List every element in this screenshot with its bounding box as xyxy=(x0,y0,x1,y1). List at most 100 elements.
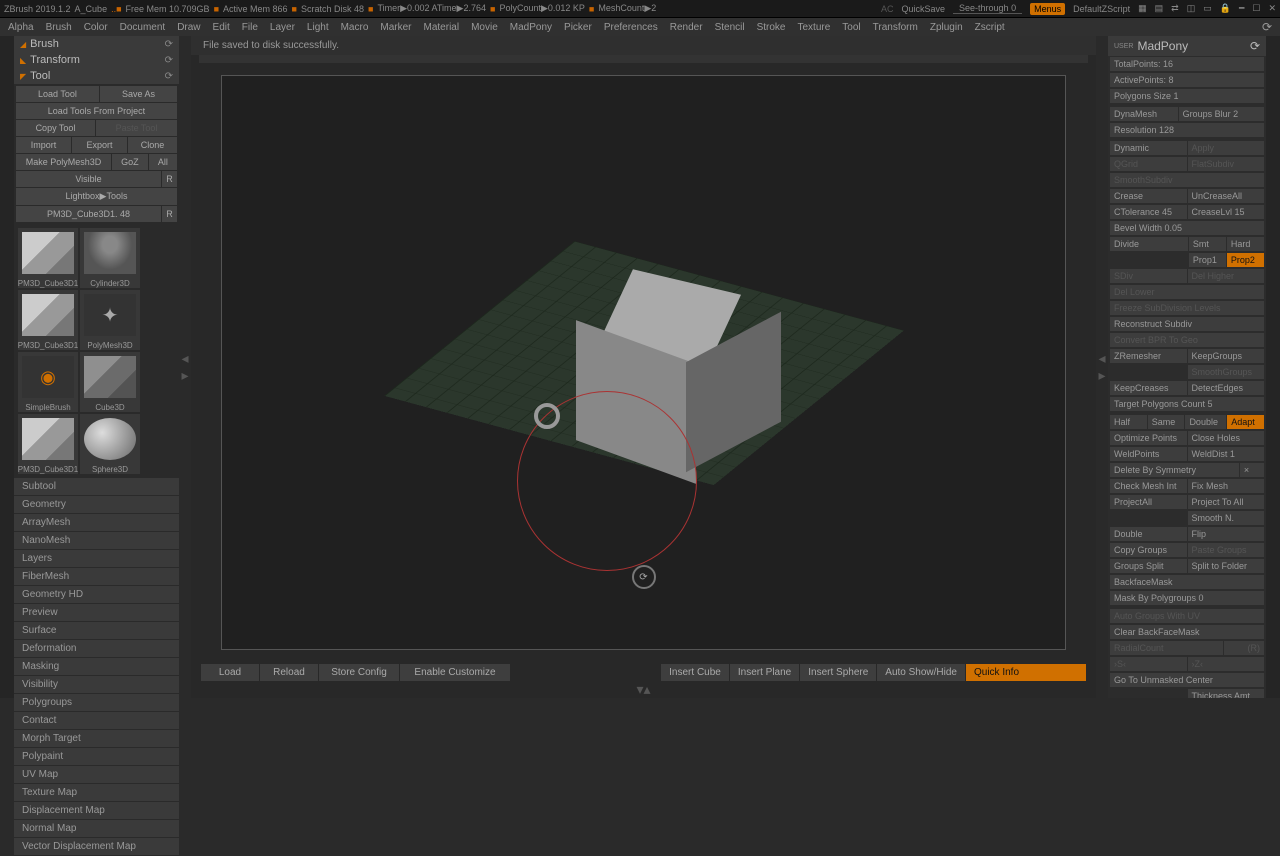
menu-stroke[interactable]: Stroke xyxy=(757,22,786,33)
make-polymesh-button[interactable]: Make PolyMesh3D xyxy=(16,154,111,170)
paste-groups-button[interactable]: Paste Groups xyxy=(1188,543,1265,557)
goz-button[interactable]: GoZ xyxy=(112,154,148,170)
radialcount-slider[interactable]: RadialCount xyxy=(1110,641,1223,655)
acc-layers[interactable]: Layers xyxy=(14,550,179,568)
dynamesh-button[interactable]: DynaMesh xyxy=(1110,107,1178,121)
crease-button[interactable]: Crease xyxy=(1110,189,1187,203)
menu-zscript[interactable]: Zscript xyxy=(975,22,1005,33)
resolution-slider[interactable]: Resolution 128 xyxy=(1110,123,1264,137)
clone-button[interactable]: Clone xyxy=(128,137,177,153)
layout-icon[interactable]: ▦ xyxy=(1138,3,1147,14)
auto-groups-uv-button[interactable]: Auto Groups With UV xyxy=(1110,609,1264,623)
paste-tool-button[interactable]: Paste Tool xyxy=(96,120,177,136)
menu-macro[interactable]: Macro xyxy=(341,22,369,33)
welddist-slider[interactable]: WeldDist 1 xyxy=(1188,447,1265,461)
symmetry-x-icon[interactable]: × xyxy=(1240,463,1264,477)
arrows-icon[interactable]: ⇄ xyxy=(1171,3,1179,14)
delhigher-button[interactable]: Del Higher xyxy=(1188,269,1265,283)
bevel-width-slider[interactable]: Bevel Width 0.05 xyxy=(1110,221,1264,235)
acc-geometryhd[interactable]: Geometry HD xyxy=(14,586,179,604)
mask-by-polygroups-slider[interactable]: Mask By Polygroups 0 xyxy=(1110,591,1264,605)
go-unmasked-center-button[interactable]: Go To Unmasked Center xyxy=(1110,673,1264,687)
close-holes-button[interactable]: Close Holes xyxy=(1188,431,1265,445)
double-button[interactable]: Double xyxy=(1185,415,1226,429)
prop2-button[interactable]: Prop2 xyxy=(1227,253,1264,267)
export-button[interactable]: Export xyxy=(72,137,127,153)
swatch-pm3d-cube1[interactable]: PM3D_Cube3D1 xyxy=(18,228,78,288)
tool-section-header[interactable]: ◤ Tool ⟳ xyxy=(14,68,179,84)
menu-brush[interactable]: Brush xyxy=(46,22,72,33)
menus-button[interactable]: Menus xyxy=(1030,3,1065,15)
acc-surface[interactable]: Surface xyxy=(14,622,179,640)
menu-picker[interactable]: Picker xyxy=(564,22,592,33)
menu-marker[interactable]: Marker xyxy=(380,22,411,33)
import-button[interactable]: Import xyxy=(16,137,71,153)
defaultzscript-button[interactable]: DefaultZScript xyxy=(1073,4,1130,14)
menu-texture[interactable]: Texture xyxy=(797,22,830,33)
smt-button[interactable]: Smt xyxy=(1189,237,1226,251)
acc-displacement[interactable]: Displacement Map xyxy=(14,802,179,820)
sz-icon[interactable]: ›S‹ xyxy=(1110,657,1187,671)
brush-section-header[interactable]: ◢ Brush ⟳ xyxy=(14,36,179,52)
visible-button[interactable]: Visible xyxy=(16,171,161,187)
divider-right[interactable]: ◂▸ xyxy=(1096,36,1108,698)
acc-preview[interactable]: Preview xyxy=(14,604,179,622)
split-to-folder-button[interactable]: Split to Folder xyxy=(1188,559,1265,573)
dellower-button[interactable]: Del Lower xyxy=(1110,285,1264,299)
quicksave-button[interactable]: QuickSave xyxy=(902,4,946,14)
menu-tool[interactable]: Tool xyxy=(842,22,860,33)
layout2-icon[interactable]: ▤ xyxy=(1155,3,1164,14)
copy-groups-button[interactable]: Copy Groups xyxy=(1110,543,1187,557)
uncreaseall-button[interactable]: UnCreaseAll xyxy=(1188,189,1265,203)
half-button[interactable]: Half xyxy=(1110,415,1147,429)
window-icon[interactable]: ◫ xyxy=(1187,3,1196,14)
acc-polygroups[interactable]: Polygroups xyxy=(14,694,179,712)
sz2-icon[interactable]: ›Z‹ xyxy=(1188,657,1265,671)
menu-light[interactable]: Light xyxy=(307,22,329,33)
acc-texturemap[interactable]: Texture Map xyxy=(14,784,179,802)
prop1-button[interactable]: Prop1 xyxy=(1189,253,1226,267)
groups-split-button[interactable]: Groups Split xyxy=(1110,559,1187,573)
smooth-n-button[interactable]: Smooth N. xyxy=(1188,511,1265,525)
menu-color[interactable]: Color xyxy=(84,22,108,33)
menu-file[interactable]: File xyxy=(242,22,258,33)
acc-normalmap[interactable]: Normal Map xyxy=(14,820,179,838)
acc-masking[interactable]: Masking xyxy=(14,658,179,676)
reload-button[interactable]: Reload xyxy=(260,664,318,681)
menu-madpony[interactable]: MadPony xyxy=(510,22,552,33)
transform-refresh-icon[interactable]: ⟳ xyxy=(165,55,173,66)
projectall-button[interactable]: ProjectAll xyxy=(1110,495,1187,509)
fix-mesh-button[interactable]: Fix Mesh xyxy=(1188,479,1265,493)
rotate-gizmo-icon[interactable]: ⟳ xyxy=(632,565,656,589)
polygonsize-slider[interactable]: Polygons Size 1 xyxy=(1110,89,1264,103)
groups-blur-slider[interactable]: Groups Blur 2 xyxy=(1179,107,1264,121)
check-mesh-button[interactable]: Check Mesh Int xyxy=(1110,479,1187,493)
window2-icon[interactable]: ▭ xyxy=(1203,3,1212,14)
dynamic-button[interactable]: Dynamic xyxy=(1110,141,1187,155)
ctolerance-slider[interactable]: CTolerance 45 xyxy=(1110,205,1187,219)
all-button[interactable]: All xyxy=(149,154,177,170)
copy-tool-button[interactable]: Copy Tool xyxy=(16,120,95,136)
swatch-polymesh3d[interactable]: ✦PolyMesh3D xyxy=(80,290,140,350)
load-project-button[interactable]: Load Tools From Project xyxy=(16,103,177,119)
save-as-button[interactable]: Save As xyxy=(100,86,177,102)
divider-left[interactable]: ◂▸ xyxy=(179,36,191,698)
menu-preferences[interactable]: Preferences xyxy=(604,22,658,33)
acc-deformation[interactable]: Deformation xyxy=(14,640,179,658)
menu-stencil[interactable]: Stencil xyxy=(715,22,745,33)
acc-geometry[interactable]: Geometry xyxy=(14,496,179,514)
reconstruct-button[interactable]: Reconstruct Subdiv xyxy=(1110,317,1264,331)
acc-fibermesh[interactable]: FiberMesh xyxy=(14,568,179,586)
thickness-amt-slider[interactable]: Thickness Amt xyxy=(1188,689,1265,698)
qgrid-button[interactable]: QGrid xyxy=(1110,157,1187,171)
keepgroups-button[interactable]: KeepGroups xyxy=(1188,349,1265,363)
delete-by-symmetry-button[interactable]: Delete By Symmetry xyxy=(1110,463,1239,477)
acc-morphtarget[interactable]: Morph Target xyxy=(14,730,179,748)
menu-draw[interactable]: Draw xyxy=(177,22,200,33)
acc-vectordisp[interactable]: Vector Displacement Map xyxy=(14,838,179,856)
detectedges-button[interactable]: DetectEdges xyxy=(1188,381,1265,395)
swatch-cube3d[interactable]: Cube3D xyxy=(80,352,140,412)
menu-render[interactable]: Render xyxy=(670,22,703,33)
enable-customize-button[interactable]: Enable Customize xyxy=(400,664,510,681)
lock-icon[interactable]: 🔒 xyxy=(1220,3,1231,14)
